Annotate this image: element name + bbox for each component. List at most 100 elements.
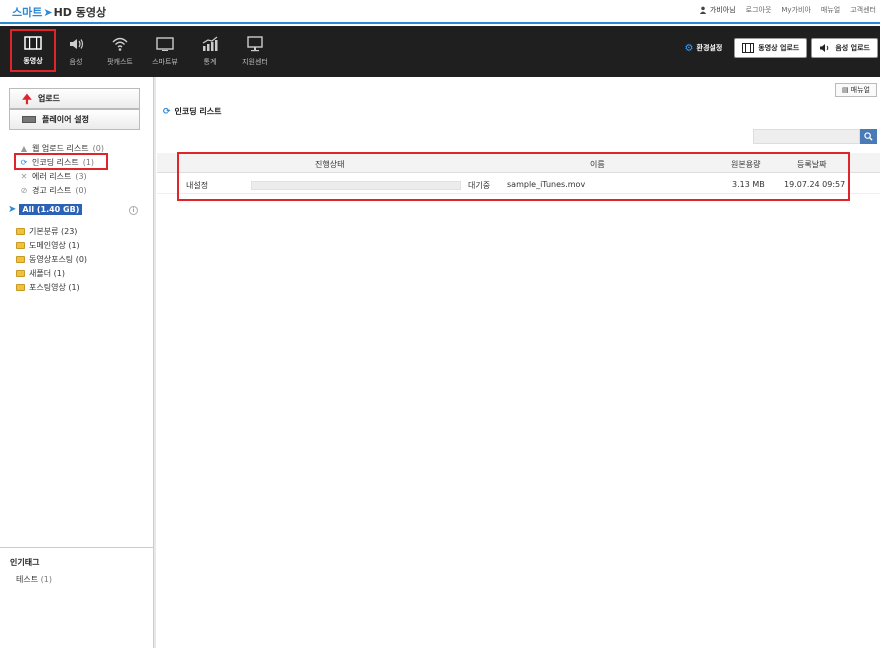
folder-icon — [16, 242, 25, 249]
row-status: 대기중 — [468, 181, 491, 190]
row-date: 19.07.24 09:57 — [784, 180, 846, 189]
tab-smartview-label: 스마트뷰 — [152, 58, 178, 66]
up-arrow-icon: ▲ — [20, 144, 28, 153]
film-icon — [742, 43, 755, 53]
table-row[interactable]: 내설정 대기중 sample_iTunes.mov 3.13 MB 19.07.… — [157, 174, 880, 194]
search-input[interactable] — [753, 129, 860, 144]
tag-label: 테스트 — [16, 575, 39, 584]
folder-item[interactable]: 기본분류 (23) — [16, 226, 77, 237]
encoding-list-highlight — [14, 153, 108, 170]
folder-all[interactable]: ➤ All (1.40 GB) — [8, 204, 83, 215]
env-settings-button[interactable]: ⚙ 환경설정 — [685, 43, 723, 54]
tag-item[interactable]: 테스트 (1) — [16, 574, 52, 585]
speaker-icon — [820, 44, 829, 52]
user-icon — [699, 6, 707, 14]
x-icon: ✕ — [20, 172, 28, 181]
chart-icon — [202, 36, 218, 51]
tab-video[interactable]: 동영상 — [10, 29, 56, 72]
manual-button[interactable]: ▤ 매뉴얼 — [835, 83, 877, 97]
tab-podcast-label: 팟캐스트 — [107, 58, 133, 66]
player-settings-button[interactable]: 플레이어 설정 — [9, 109, 140, 130]
document-icon: ▤ — [842, 86, 849, 94]
player-icon — [22, 116, 36, 123]
tab-audio-label: 음성 — [69, 58, 83, 66]
speaker-icon — [70, 39, 84, 49]
gear-icon: ⚙ — [684, 42, 694, 54]
progress-bar — [251, 181, 461, 190]
page-title: ⟳ 인코딩 리스트 — [163, 106, 222, 117]
table-header: 진행상태 이름 원본용량 등록날짜 — [157, 153, 880, 173]
folder-icon — [16, 270, 25, 277]
tab-podcast[interactable]: 팟캐스트 — [97, 26, 143, 77]
upload-video-label: 동영상 업로드 — [758, 44, 800, 52]
top-nav: 가비아님 로그아웃 My가비아 매뉴얼 고객센터 — [699, 5, 876, 15]
arrow-right-icon: ➤ — [8, 204, 17, 215]
folder-label: 기본분류 (23) — [29, 227, 78, 236]
sidebar-item-label: 에러 리스트 — [32, 172, 72, 181]
folder-item[interactable]: 도메인영상 (1) — [16, 240, 80, 251]
sidebar-item-count: (3) — [75, 172, 87, 181]
tab-support[interactable]: 지원센터 — [232, 26, 278, 77]
main-toolbar: 동영상 음성 팟캐스트 스마트뷰 통계 지원센터 ⚙ 환경설정 동영상 업로드 … — [0, 26, 880, 77]
column-date: 등록날짜 — [797, 160, 827, 169]
column-name: 이름 — [590, 160, 605, 169]
encoding-icon: ⟳ — [163, 106, 171, 117]
popular-tags: 인기태그 테스트 (1) — [0, 547, 153, 584]
app-logo[interactable]: 스마트 ➤ HD 동영상 — [12, 4, 106, 20]
upload-video-button[interactable]: 동영상 업로드 — [734, 38, 808, 58]
logo-smart: 스마트 — [12, 6, 43, 19]
sidebar-item-warning[interactable]: ⊘ 경고 리스트 (0) — [20, 185, 87, 196]
folder-item[interactable]: 동영상포스팅 (0) — [16, 254, 87, 265]
manual-button-label: 매뉴얼 — [850, 86, 870, 94]
search-button[interactable] — [860, 129, 877, 144]
row-filename: sample_iTunes.mov — [507, 180, 586, 189]
folder-all-label: All (1.40 GB) — [19, 204, 83, 215]
wifi-icon — [112, 37, 128, 51]
sidebar-item-count: (0) — [75, 186, 87, 195]
folder-item[interactable]: 포스팅영상 (1) — [16, 282, 80, 293]
upload-button[interactable]: 🠉 업로드 — [9, 88, 140, 109]
sidebar-item-label: 경고 리스트 — [32, 186, 72, 195]
tab-stats[interactable]: 통계 — [187, 26, 233, 77]
folder-icon — [16, 284, 25, 291]
page-title-text: 인코딩 리스트 — [174, 107, 222, 116]
logo-arrow-icon: ➤ — [43, 5, 53, 19]
info-icon[interactable]: i — [129, 206, 138, 215]
top-bar: 스마트 ➤ HD 동영상 가비아님 로그아웃 My가비아 매뉴얼 고객센터 — [0, 0, 880, 24]
sidebar-item-error[interactable]: ✕ 에러 리스트 (3) — [20, 171, 87, 182]
upload-audio-label: 음성 업로드 — [835, 44, 870, 52]
row-setting: 내설정 — [186, 181, 209, 190]
upload-audio-button[interactable]: 음성 업로드 — [811, 38, 878, 58]
user-name: 가비아님 — [709, 6, 736, 14]
folder-label: 포스팅영상 (1) — [29, 283, 80, 292]
folder-icon — [16, 228, 25, 235]
row-size: 3.13 MB — [732, 180, 765, 189]
tag-count: (1) — [40, 575, 52, 584]
warning-icon: ⊘ — [20, 186, 28, 195]
column-size: 원본용량 — [731, 160, 761, 169]
user-menu[interactable]: 가비아님 — [699, 5, 736, 15]
desktop-icon — [247, 36, 263, 52]
sidebar-resize-handle[interactable] — [153, 77, 156, 648]
player-settings-label: 플레이어 설정 — [42, 115, 89, 124]
tab-stats-label: 통계 — [203, 58, 217, 66]
manual-link[interactable]: 매뉴얼 — [821, 5, 840, 15]
tab-smartview[interactable]: 스마트뷰 — [142, 26, 188, 77]
toolbar-actions: ⚙ 환경설정 동영상 업로드 음성 업로드 — [685, 38, 878, 58]
up-arrow-icon: 🠉 — [22, 91, 32, 106]
support-link[interactable]: 고객센터 — [850, 5, 876, 15]
folder-label: 도메인영상 (1) — [29, 241, 80, 250]
film-icon — [24, 36, 42, 50]
upload-button-label: 업로드 — [37, 94, 61, 103]
search-icon — [864, 132, 873, 141]
tab-audio[interactable]: 음성 — [53, 26, 99, 77]
sidebar-item-count: (0) — [92, 144, 104, 153]
mygabia-link[interactable]: My가비아 — [781, 5, 811, 15]
tab-support-label: 지원센터 — [242, 58, 268, 66]
folder-label: 새폴더 (1) — [29, 269, 65, 278]
logout-link[interactable]: 로그아웃 — [746, 5, 772, 15]
folder-item[interactable]: 새폴더 (1) — [16, 268, 65, 279]
logo-text: HD 동영상 — [53, 6, 107, 19]
monitor-icon — [156, 37, 174, 51]
folder-label: 동영상포스팅 (0) — [29, 255, 88, 264]
